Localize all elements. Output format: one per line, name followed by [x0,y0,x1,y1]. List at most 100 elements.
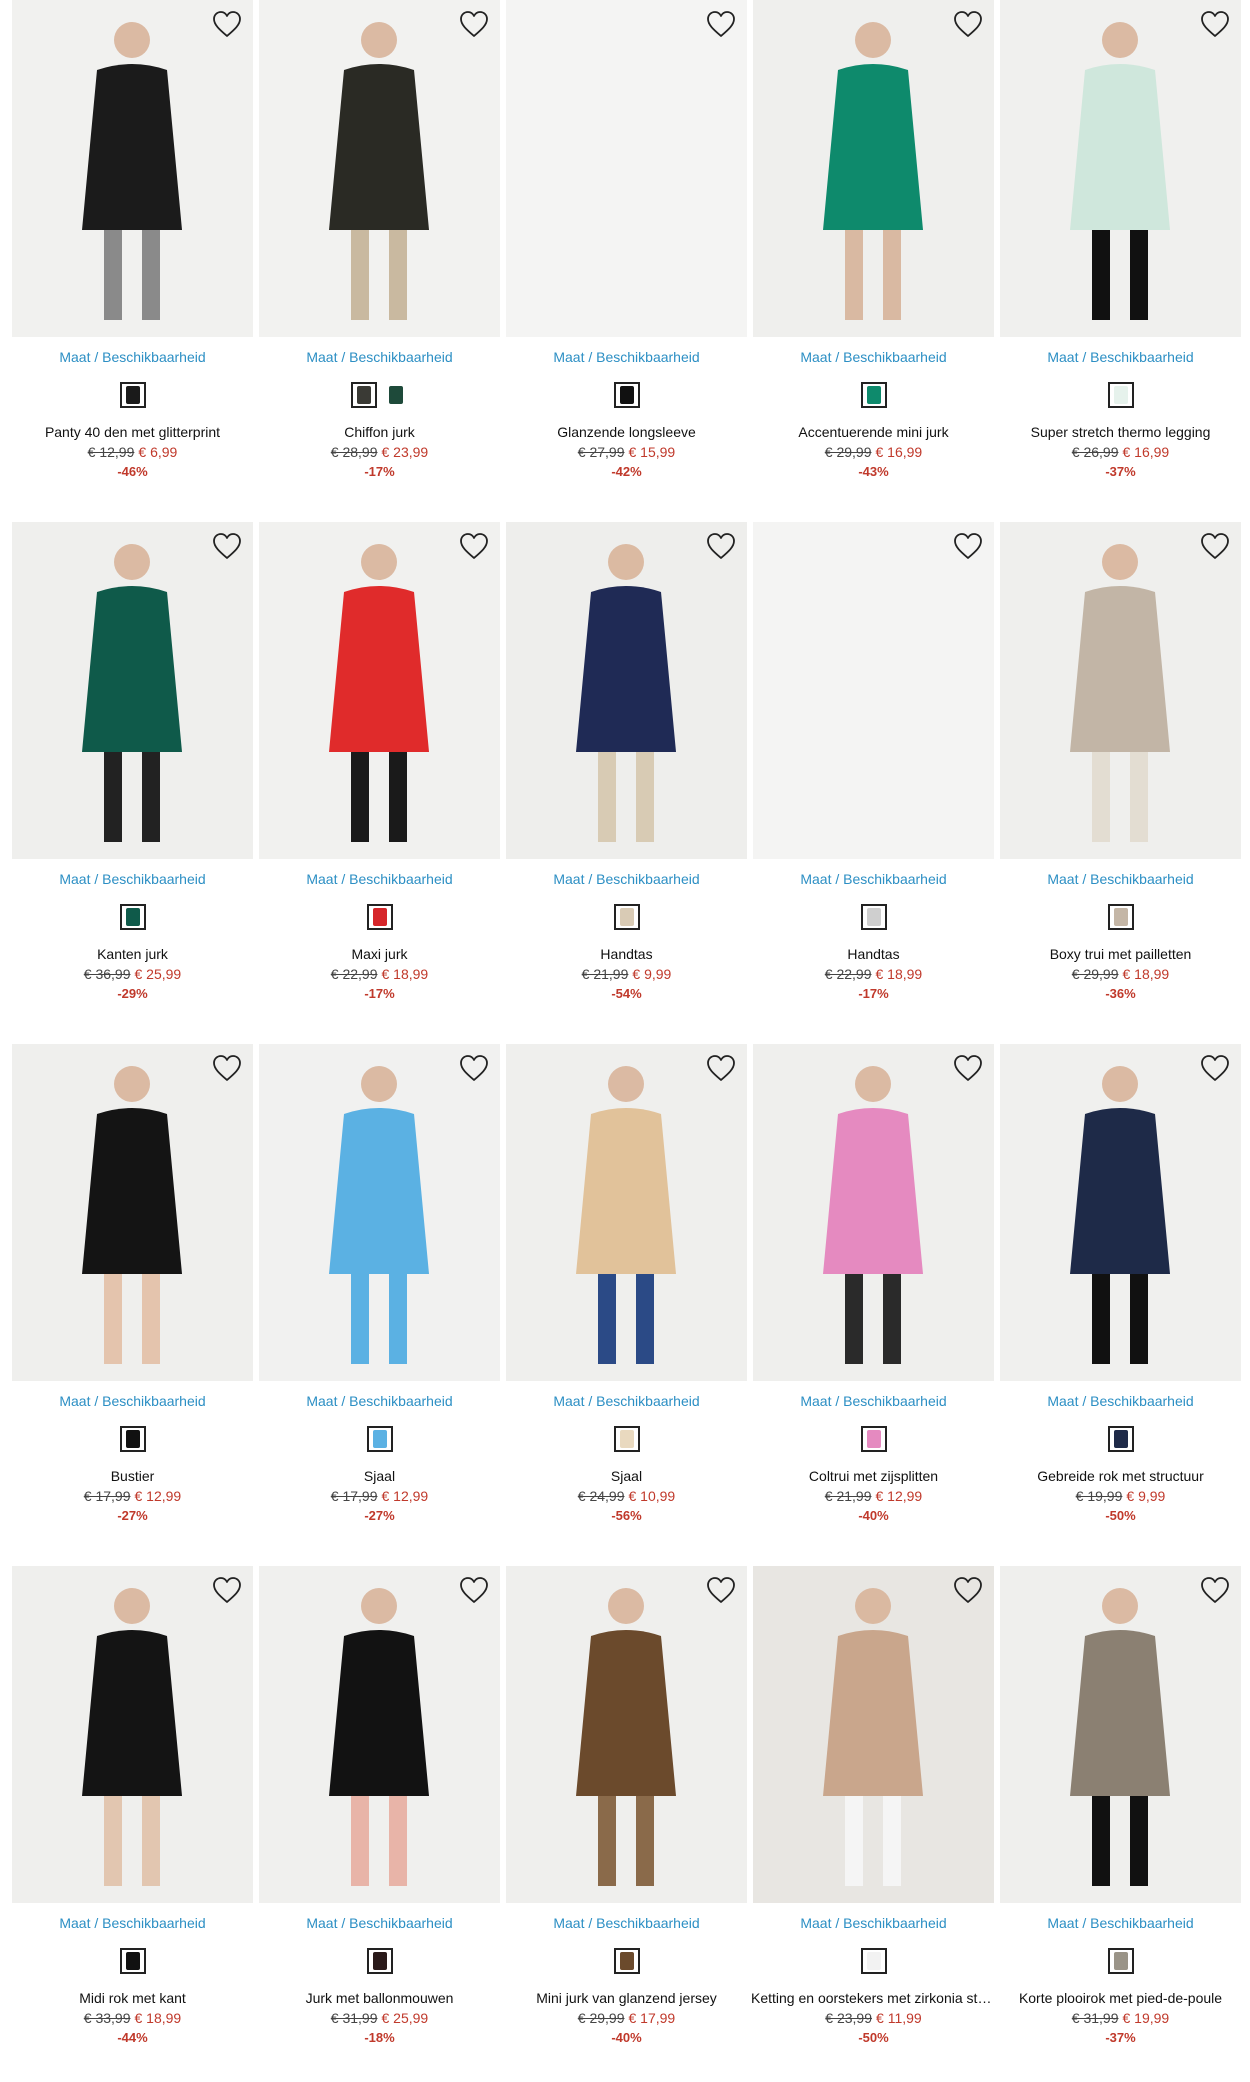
wishlist-heart-icon[interactable] [211,1575,243,1605]
color-swatch[interactable] [366,904,393,930]
product-image[interactable] [1000,522,1241,859]
size-availability-link[interactable]: Maat / Beschikbaarheid [259,349,500,365]
size-availability-link[interactable]: Maat / Beschikbaarheid [753,1393,994,1409]
size-availability-link[interactable]: Maat / Beschikbaarheid [259,871,500,887]
product-image[interactable] [259,0,500,337]
product-image[interactable] [259,522,500,859]
product-card[interactable]: Maat / Beschikbaarheid Ketting en oorstek… [751,1566,996,2051]
color-swatch[interactable] [119,1426,146,1452]
product-card[interactable]: Maat / Beschikbaarheid Handtas € 22,99 € 18… [753,522,994,1007]
color-swatch[interactable] [382,382,409,408]
color-swatch[interactable] [366,1426,393,1452]
product-name[interactable]: Boxy trui met pailletten [998,946,1243,962]
size-availability-link[interactable]: Maat / Beschikbaarheid [1000,871,1241,887]
product-name[interactable]: Ketting en oorstekers met zirkonia steen… [751,1990,996,2006]
product-card[interactable]: Maat / Beschikbaarheid Sjaal € 17,99 € 12,9… [259,1044,500,1529]
wishlist-heart-icon[interactable] [705,9,737,39]
size-availability-link[interactable]: Maat / Beschikbaarheid [12,1393,253,1409]
color-swatch[interactable] [1107,382,1134,408]
color-swatch[interactable] [350,382,377,408]
product-image[interactable] [12,0,253,337]
color-swatch[interactable] [119,904,146,930]
product-card[interactable]: Maat / Beschikbaarheid Maxi jurk € 22,99 € … [259,522,500,1007]
wishlist-heart-icon[interactable] [211,531,243,561]
product-card[interactable]: Maat / Beschikbaarheid Korte plooirok met… [1000,1566,1241,2051]
product-name[interactable]: Panty 40 den met glitterprint [10,424,255,440]
color-swatch[interactable] [860,382,887,408]
product-image[interactable] [1000,1044,1241,1381]
size-availability-link[interactable]: Maat / Beschikbaarheid [506,1393,747,1409]
product-name[interactable]: Gebreide rok met structuur [998,1468,1243,1484]
product-card[interactable]: Maat / Beschikbaarheid Super stretch ther… [1000,0,1241,485]
product-name[interactable]: Jurk met ballonmouwen [257,1990,502,2006]
wishlist-heart-icon[interactable] [211,1053,243,1083]
product-card[interactable]: Maat / Beschikbaarheid Midi rok met kant €… [12,1566,253,2051]
product-card[interactable]: Maat / Beschikbaarheid Accentuerende mini… [753,0,994,485]
size-availability-link[interactable]: Maat / Beschikbaarheid [259,1393,500,1409]
wishlist-heart-icon[interactable] [952,1053,984,1083]
product-card[interactable]: Maat / Beschikbaarheid Coltrui met zijspl… [753,1044,994,1529]
wishlist-heart-icon[interactable] [458,1053,490,1083]
product-card[interactable]: Maat / Beschikbaarheid Panty 40 den met g… [12,0,253,485]
wishlist-heart-icon[interactable] [952,1575,984,1605]
product-card[interactable]: Maat / Beschikbaarheid Boxy trui met pail… [1000,522,1241,1007]
color-swatch[interactable] [366,1948,393,1974]
wishlist-heart-icon[interactable] [705,531,737,561]
wishlist-heart-icon[interactable] [458,531,490,561]
size-availability-link[interactable]: Maat / Beschikbaarheid [259,1915,500,1931]
product-card[interactable]: Maat / Beschikbaarheid Gebreide rok met s… [1000,1044,1241,1529]
product-name[interactable]: Midi rok met kant [10,1990,255,2006]
color-swatch[interactable] [860,904,887,930]
wishlist-heart-icon[interactable] [952,531,984,561]
product-name[interactable]: Handtas [504,946,749,962]
wishlist-heart-icon[interactable] [952,9,984,39]
size-availability-link[interactable]: Maat / Beschikbaarheid [506,349,747,365]
product-image[interactable] [259,1044,500,1381]
product-card[interactable]: Maat / Beschikbaarheid Bustier € 17,99 € 12… [12,1044,253,1529]
wishlist-heart-icon[interactable] [1199,1575,1231,1605]
product-name[interactable]: Handtas [751,946,996,962]
size-availability-link[interactable]: Maat / Beschikbaarheid [12,349,253,365]
size-availability-link[interactable]: Maat / Beschikbaarheid [506,1915,747,1931]
product-card[interactable]: Maat / Beschikbaarheid Mini jurk van glan… [506,1566,747,2051]
product-name[interactable]: Sjaal [257,1468,502,1484]
size-availability-link[interactable]: Maat / Beschikbaarheid [753,871,994,887]
product-name[interactable]: Korte plooirok met pied-de-poule [998,1990,1243,2006]
product-image[interactable] [753,1044,994,1381]
color-swatch[interactable] [613,1426,640,1452]
product-image[interactable] [753,1566,994,1903]
product-image[interactable] [12,1566,253,1903]
product-card[interactable]: Maat / Beschikbaarheid Jurk met ballonmou… [259,1566,500,2051]
color-swatch[interactable] [1107,1426,1134,1452]
size-availability-link[interactable]: Maat / Beschikbaarheid [1000,1915,1241,1931]
product-name[interactable]: Super stretch thermo legging [998,424,1243,440]
wishlist-heart-icon[interactable] [705,1053,737,1083]
color-swatch[interactable] [613,1948,640,1974]
color-swatch[interactable] [1107,1948,1134,1974]
product-name[interactable]: Glanzende longsleeve [504,424,749,440]
product-image[interactable] [753,522,994,859]
color-swatch[interactable] [860,1948,887,1974]
size-availability-link[interactable]: Maat / Beschikbaarheid [506,871,747,887]
product-card[interactable]: Maat / Beschikbaarheid Kanten jurk € 36,99… [12,522,253,1007]
wishlist-heart-icon[interactable] [1199,531,1231,561]
product-image[interactable] [12,1044,253,1381]
product-image[interactable] [1000,1566,1241,1903]
product-name[interactable]: Coltrui met zijsplitten [751,1468,996,1484]
color-swatch[interactable] [119,382,146,408]
product-image[interactable] [506,0,747,337]
product-name[interactable]: Chiffon jurk [257,424,502,440]
wishlist-heart-icon[interactable] [211,9,243,39]
size-availability-link[interactable]: Maat / Beschikbaarheid [1000,349,1241,365]
product-card[interactable]: Maat / Beschikbaarheid Sjaal € 24,99 € 10,9… [506,1044,747,1529]
product-image[interactable] [259,1566,500,1903]
wishlist-heart-icon[interactable] [458,1575,490,1605]
size-availability-link[interactable]: Maat / Beschikbaarheid [753,1915,994,1931]
size-availability-link[interactable]: Maat / Beschikbaarheid [12,871,253,887]
color-swatch[interactable] [613,904,640,930]
product-name[interactable]: Maxi jurk [257,946,502,962]
product-image[interactable] [506,1566,747,1903]
product-image[interactable] [506,522,747,859]
color-swatch[interactable] [613,382,640,408]
color-swatch[interactable] [860,1426,887,1452]
